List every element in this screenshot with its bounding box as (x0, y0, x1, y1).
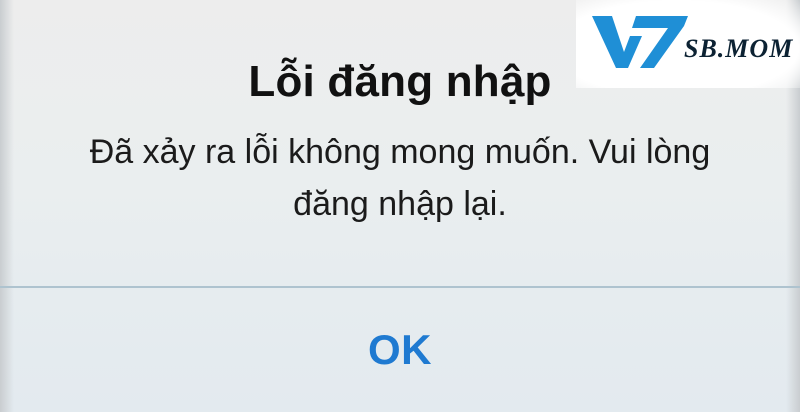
error-alert-dialog: Lỗi đăng nhập Đã xảy ra lỗi không mong m… (0, 0, 800, 412)
watermark-logo: SB.MOM (576, 0, 800, 88)
logo-suffix-text: SB.MOM (684, 34, 794, 63)
ok-button[interactable]: OK (0, 288, 800, 412)
alert-message: Đã xảy ra lỗi không mong muốn. Vui lòng … (89, 133, 711, 223)
v7-logo-icon (592, 16, 688, 68)
